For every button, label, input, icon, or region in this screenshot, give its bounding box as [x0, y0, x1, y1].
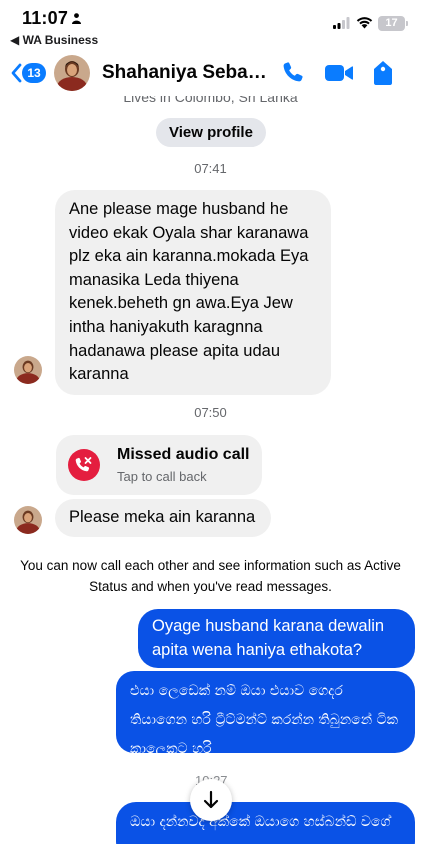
sender-avatar[interactable]: [14, 356, 42, 384]
sender-avatar[interactable]: [14, 506, 42, 534]
avatar-photo: [54, 55, 90, 91]
status-time: 11:07: [22, 8, 69, 28]
incoming-message[interactable]: Ane please mage husband he video ekak Oy…: [55, 190, 331, 395]
chat-header: 13 Shahaniya Sebas...: [0, 50, 421, 96]
battery-level: 17: [385, 17, 398, 29]
avatar-photo: [14, 506, 42, 534]
unread-count-badge[interactable]: 13: [22, 63, 46, 83]
arrow-down-icon: [203, 790, 219, 809]
chevron-left-icon[interactable]: [10, 63, 22, 83]
missed-call-title: Missed audio call: [117, 446, 250, 463]
view-profile-button[interactable]: View profile: [156, 118, 266, 147]
contact-name[interactable]: Shahaniya Sebas...: [102, 62, 267, 84]
message-timestamp: 07:41: [194, 161, 227, 176]
tag-icon[interactable]: [372, 60, 394, 86]
outgoing-message[interactable]: ඔයා දන්නවද අක්කේ ඔයාගෙ හස්බන්ඩ් වගේ: [116, 802, 415, 844]
phone-icon[interactable]: [281, 60, 305, 84]
person-icon: [72, 13, 81, 24]
scroll-to-bottom-button[interactable]: [190, 779, 232, 821]
outgoing-message[interactable]: එයා ලෙඩෙක් නම් ඔයා එයාව ගෙදර තියාගෙන හරි…: [116, 671, 415, 757]
missed-call-card[interactable]: Missed audio call Tap to call back: [56, 435, 262, 495]
cellular-signal-icon: [333, 17, 350, 29]
incoming-message[interactable]: Please meka ain karanna: [55, 499, 271, 537]
wifi-icon: [356, 17, 373, 29]
status-bar: 11:07 ◀ WA Business 17: [0, 0, 421, 50]
system-notice: You can now call each other and see info…: [20, 558, 401, 594]
contact-avatar[interactable]: [54, 55, 90, 91]
video-camera-icon[interactable]: [324, 62, 354, 84]
outgoing-message[interactable]: Oyage husband karana dewalin apita wena …: [138, 609, 415, 668]
battery-indicator: 17: [378, 16, 408, 31]
missed-call-icon: [68, 449, 100, 481]
back-to-app-link[interactable]: ◀ WA Business: [10, 33, 98, 47]
avatar-photo: [14, 356, 42, 384]
message-timestamp: 07:50: [194, 405, 227, 420]
call-back-hint[interactable]: Tap to call back: [117, 469, 207, 484]
